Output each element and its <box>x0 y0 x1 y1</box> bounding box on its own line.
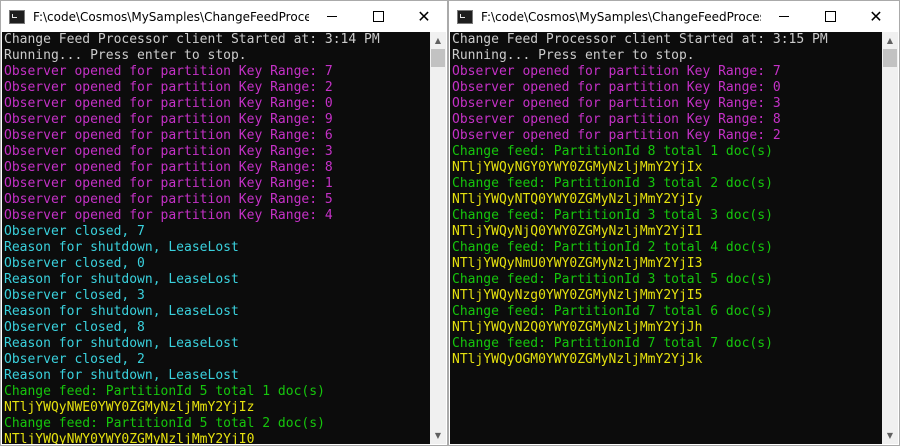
close-button[interactable]: ✕ <box>401 1 447 32</box>
console-line: Observer opened for partition Key Range:… <box>4 160 333 175</box>
console-line: Observer opened for partition Key Range:… <box>4 80 333 95</box>
chevron-down-icon[interactable]: ▼ <box>882 427 898 444</box>
console-line: NTljYWQyNzg0YWY0ZGMyNzljMmY2YjI5 <box>452 288 703 303</box>
console-line: Running... Press enter to stop. <box>4 48 247 63</box>
console-line: Observer opened for partition Key Range:… <box>452 80 781 95</box>
console-line: Observer closed, 0 <box>4 256 145 271</box>
window-title: F:\code\Cosmos\MySamples\ChangeFeedProce… <box>33 9 309 24</box>
console-line: Observer opened for partition Key Range:… <box>452 96 781 111</box>
chevron-up-icon[interactable]: ▲ <box>430 32 446 49</box>
console-line: Change Feed Processor client Started at:… <box>4 32 380 47</box>
console-line: Observer closed, 7 <box>4 224 145 239</box>
console-line: Observer opened for partition Key Range:… <box>4 96 333 111</box>
console-line: Reason for shutdown, LeaseLost <box>4 304 239 319</box>
console-line: NTljYWQyN2Q0YWY0ZGMyNzljMmY2YjJh <box>452 320 703 335</box>
close-icon: ✕ <box>417 6 431 26</box>
minimize-icon <box>327 16 337 17</box>
console-line: Observer opened for partition Key Range:… <box>4 64 333 79</box>
console-line: Observer closed, 2 <box>4 352 145 367</box>
console-window-right: F:\code\Cosmos\MySamples\ChangeFeedProce… <box>448 0 900 446</box>
console-line: Change feed: PartitionId 5 total 2 doc(s… <box>4 416 325 431</box>
maximize-button[interactable] <box>807 1 853 32</box>
console-line: Observer closed, 8 <box>4 320 145 335</box>
console-line: Observer opened for partition Key Range:… <box>4 128 333 143</box>
close-icon: ✕ <box>869 6 883 26</box>
console-app-icon[interactable] <box>9 9 25 24</box>
console-line: Change feed: PartitionId 3 total 3 doc(s… <box>452 208 773 223</box>
minimize-button[interactable] <box>309 1 355 32</box>
console-app-icon[interactable] <box>457 9 473 24</box>
console-line: Observer opened for partition Key Range:… <box>4 144 333 159</box>
console-line: Change feed: PartitionId 7 total 6 doc(s… <box>452 304 773 319</box>
minimize-icon <box>779 16 789 17</box>
vertical-scrollbar[interactable]: ▲ ▼ <box>430 32 446 444</box>
console-line: Observer opened for partition Key Range:… <box>4 192 333 207</box>
maximize-button[interactable] <box>355 1 401 32</box>
console-output[interactable]: Change Feed Processor client Started at:… <box>2 32 430 444</box>
console-line: NTljYWQyNWY0YWY0ZGMyNzljMmY2YjI0 <box>4 432 255 444</box>
console-line: Observer opened for partition Key Range:… <box>452 64 781 79</box>
title-bar[interactable]: F:\code\Cosmos\MySamples\ChangeFeedProce… <box>449 1 899 32</box>
minimize-button[interactable] <box>761 1 807 32</box>
console-line: Reason for shutdown, LeaseLost <box>4 336 239 351</box>
console-line: Observer opened for partition Key Range:… <box>4 208 333 223</box>
console-line: Change feed: PartitionId 5 total 1 doc(s… <box>4 384 325 399</box>
console-line: NTljYWQyNWE0YWY0ZGMyNzljMmY2YjIz <box>4 400 255 415</box>
console-line: NTljYWQyNmU0YWY0ZGMyNzljMmY2YjI3 <box>452 256 703 271</box>
console-line: Observer opened for partition Key Range:… <box>452 128 781 143</box>
console-line: NTljYWQyOGM0YWY0ZGMyNzljMmY2YjJk <box>452 352 703 367</box>
console-line: Change Feed Processor client Started at:… <box>452 32 828 47</box>
chevron-down-icon[interactable]: ▼ <box>430 427 446 444</box>
console-line: Change feed: PartitionId 8 total 1 doc(s… <box>452 144 773 159</box>
console-line: Running... Press enter to stop. <box>452 48 695 63</box>
title-bar[interactable]: F:\code\Cosmos\MySamples\ChangeFeedProce… <box>1 1 447 32</box>
console-line: Change feed: PartitionId 3 total 5 doc(s… <box>452 272 773 287</box>
console-line: Observer opened for partition Key Range:… <box>452 112 781 127</box>
console-line: Change feed: PartitionId 2 total 4 doc(s… <box>452 240 773 255</box>
scrollbar-thumb[interactable] <box>431 49 445 67</box>
scrollbar-thumb[interactable] <box>883 49 897 67</box>
console-line: Change feed: PartitionId 7 total 7 doc(s… <box>452 336 773 351</box>
close-button[interactable]: ✕ <box>853 1 899 32</box>
console-window-left: F:\code\Cosmos\MySamples\ChangeFeedProce… <box>0 0 448 446</box>
window-title: F:\code\Cosmos\MySamples\ChangeFeedProce… <box>481 9 761 24</box>
console-line: Reason for shutdown, LeaseLost <box>4 272 239 287</box>
console-line: Observer opened for partition Key Range:… <box>4 176 333 191</box>
console-line: Observer closed, 3 <box>4 288 145 303</box>
maximize-icon <box>372 11 384 22</box>
console-line: Reason for shutdown, LeaseLost <box>4 240 239 255</box>
vertical-scrollbar[interactable]: ▲ ▼ <box>882 32 898 444</box>
console-output[interactable]: Change Feed Processor client Started at:… <box>450 32 882 444</box>
console-line: Observer opened for partition Key Range:… <box>4 112 333 127</box>
console-line: Change feed: PartitionId 3 total 2 doc(s… <box>452 176 773 191</box>
console-line: Reason for shutdown, LeaseLost <box>4 368 239 383</box>
console-line: NTljYWQyNTQ0YWY0ZGMyNzljMmY2YjIy <box>452 192 703 207</box>
maximize-icon <box>824 11 836 22</box>
console-line: NTljYWQyNjQ0YWY0ZGMyNzljMmY2YjI1 <box>452 224 703 239</box>
chevron-up-icon[interactable]: ▲ <box>882 32 898 49</box>
console-line: NTljYWQyNGY0YWY0ZGMyNzljMmY2YjIx <box>452 160 703 175</box>
